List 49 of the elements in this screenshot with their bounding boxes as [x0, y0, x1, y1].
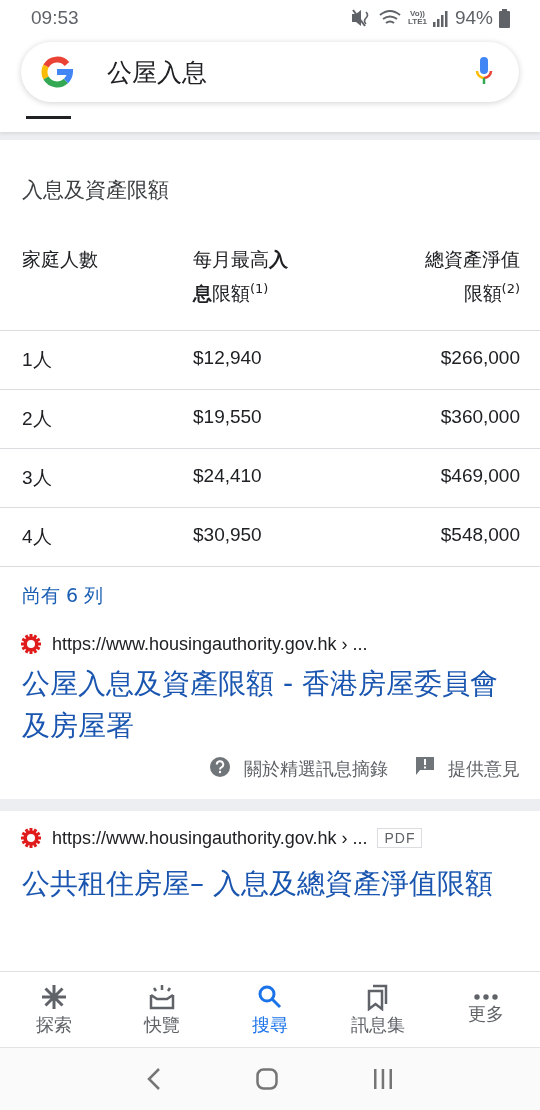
- table-cell: 2人: [0, 390, 193, 450]
- snippet-heading: 入息及資產限額: [21, 177, 170, 204]
- network-label: Vo)) LTE1: [408, 10, 427, 26]
- result-url: https://www.housingauthority.gov.hk › ...: [52, 827, 368, 849]
- battery-icon: [499, 8, 510, 28]
- column-header: 每月最高入息限額$^{(1)}$: [193, 234, 323, 332]
- about-snippets-button[interactable]: 關於精選訊息摘錄: [210, 757, 388, 782]
- gear-icon: [20, 827, 42, 850]
- result-title-link[interactable]: 公共租住房屋– 入息及總資產淨值限額: [0, 849, 540, 906]
- table-cell: 3人: [0, 449, 193, 509]
- search-field[interactable]: 公屋入息: [21, 42, 519, 102]
- pdf-tag: PDF: [377, 828, 423, 849]
- status-time: 09:53: [31, 7, 79, 29]
- table-cell: 4人: [0, 508, 193, 568]
- table-cell: $30,950: [193, 508, 323, 568]
- column-header: 家庭人數: [0, 234, 193, 332]
- table-cell: $266,000: [323, 331, 540, 391]
- column-header: 總資產淨值限額$^{(2)}$: [323, 234, 540, 332]
- nav-tab[interactable]: 快覽: [108, 972, 216, 1047]
- gear-icon: [20, 633, 42, 656]
- nav-tab[interactable]: 搜尋: [216, 972, 324, 1047]
- more-rows-link[interactable]: 尚有 6 列: [22, 583, 104, 610]
- feedback-icon: [416, 757, 434, 776]
- feedback-button[interactable]: 提供意見: [416, 757, 520, 782]
- more-icon: [473, 993, 499, 1000]
- battery-percent: 94%: [454, 7, 493, 29]
- tray-icon: [148, 982, 176, 1011]
- signal-icon: [432, 9, 449, 27]
- recents-icon[interactable]: [372, 1069, 393, 1089]
- table-cell: $19,550: [193, 390, 323, 450]
- table-cell: $12,940: [193, 331, 323, 391]
- nav-tab[interactable]: 更多: [432, 972, 540, 1047]
- nav-tab[interactable]: 探索: [0, 972, 108, 1047]
- result-title-link[interactable]: 公屋入息及資產限額 - 香港房屋委員會及房屋署: [0, 655, 540, 748]
- asterisk-icon: [40, 982, 68, 1011]
- table-cell: 1人: [0, 331, 193, 391]
- home-icon[interactable]: [256, 1068, 278, 1090]
- back-icon[interactable]: [147, 1068, 162, 1090]
- help-icon: [210, 757, 230, 778]
- table-cell: $469,000: [323, 449, 540, 509]
- g-logo-icon: [41, 56, 73, 88]
- tab-indicator: [26, 116, 71, 119]
- source-url: https://www.housingauthority.gov.hk › ...: [52, 633, 368, 655]
- table-cell: $548,000: [323, 508, 540, 568]
- mic-icon[interactable]: [475, 57, 493, 87]
- search-query: 公屋入息: [107, 56, 208, 89]
- table-cell: $360,000: [323, 390, 540, 450]
- nav-tab[interactable]: 訊息集: [324, 972, 432, 1047]
- table-cell: $24,410: [193, 449, 323, 509]
